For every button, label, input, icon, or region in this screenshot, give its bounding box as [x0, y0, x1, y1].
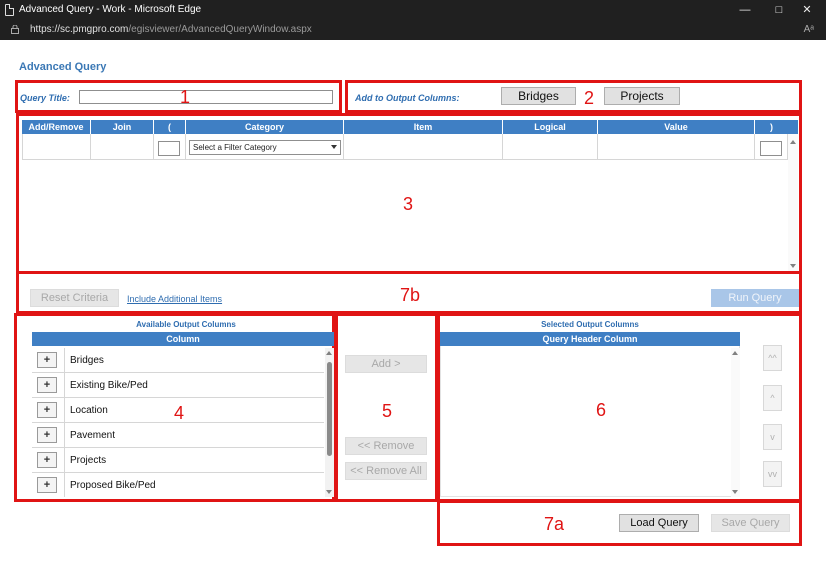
reader-view-icon[interactable]: Aᵃ — [804, 24, 814, 35]
grid-header-join: Join — [91, 120, 154, 134]
add-column-button[interactable]: + — [37, 427, 57, 443]
url-text[interactable]: https://sc.pmgpro.com/egisviewer/Advance… — [30, 24, 312, 35]
window-title: Advanced Query - Work - Microsoft Edge — [19, 4, 202, 15]
selected-columns-title: Selected Output Columns — [541, 320, 639, 329]
list-item: + Pavement — [32, 423, 324, 448]
query-title-label: Query Title: — [20, 93, 70, 103]
projects-button[interactable]: Projects — [604, 87, 680, 105]
scrollbar-thumb[interactable] — [327, 362, 332, 456]
annotation-label-4: 4 — [174, 403, 185, 423]
load-query-button[interactable]: Load Query — [619, 514, 699, 532]
annotation-label-2: 2 — [584, 88, 595, 108]
grid-header-add-remove: Add/Remove — [22, 120, 91, 134]
row-divider — [64, 373, 65, 398]
minimize-icon[interactable]: — — [734, 2, 756, 18]
move-up-button[interactable]: ^ — [763, 385, 782, 411]
grid-header-logical: Logical — [503, 120, 598, 134]
open-paren-input[interactable] — [158, 141, 180, 156]
list-item-label: Bridges — [70, 355, 104, 366]
selected-columns-list[interactable] — [440, 346, 740, 497]
bridges-button[interactable]: Bridges — [501, 87, 576, 105]
add-output-label: Add to Output Columns: — [355, 93, 460, 103]
page-icon — [5, 4, 14, 16]
grid-cell-item — [344, 134, 503, 160]
chevron-down-icon — [331, 145, 337, 149]
scroll-up-icon[interactable] — [326, 351, 332, 355]
filter-category-select[interactable]: Select a Filter Category — [189, 140, 341, 155]
save-query-button[interactable]: Save Query — [711, 514, 790, 532]
grid-header-category: Category — [186, 120, 344, 134]
filter-category-select-value: Select a Filter Category — [193, 143, 277, 152]
scroll-up-icon[interactable] — [790, 140, 796, 144]
close-icon[interactable]: ✕ — [796, 2, 818, 18]
maximize-icon[interactable]: □ — [768, 2, 790, 18]
url-path: /egisviewer/AdvancedQueryWindow.aspx — [128, 24, 312, 35]
annotation-label-7a: 7a — [544, 514, 565, 534]
query-title-input[interactable] — [79, 90, 333, 104]
annotation-box-7b — [16, 272, 802, 314]
move-top-button[interactable]: ^^ — [763, 345, 782, 371]
annotation-label-3: 3 — [403, 194, 414, 214]
remove-button[interactable]: << Remove — [345, 437, 427, 455]
grid-cell-value — [598, 134, 755, 160]
annotation-label-6: 6 — [596, 400, 607, 420]
list-item: + Proposed Bike/Ped — [32, 473, 324, 497]
add-column-button[interactable]: + — [37, 452, 57, 468]
add-column-button[interactable]: + — [37, 402, 57, 418]
grid-header-close-paren: ) — [755, 120, 788, 134]
available-scrollbar[interactable] — [325, 348, 334, 497]
list-item-label: Existing Bike/Ped — [70, 380, 148, 391]
close-paren-input[interactable] — [760, 141, 782, 156]
grid-header-value: Value — [598, 120, 755, 134]
move-bottom-button[interactable]: vv — [763, 461, 782, 487]
title-bar: Advanced Query - Work - Microsoft Edge —… — [0, 0, 826, 21]
list-item-label: Pavement — [70, 430, 116, 441]
list-item: + Existing Bike/Ped — [32, 373, 324, 398]
row-divider — [64, 348, 65, 373]
grid-cell-add-remove — [22, 134, 91, 160]
row-divider — [64, 398, 65, 423]
row-divider — [64, 448, 65, 473]
add-button[interactable]: Add > — [345, 355, 427, 373]
list-item-label: Projects — [70, 455, 107, 466]
grid-header-filler — [788, 120, 798, 134]
available-columns-title: Available Output Columns — [136, 320, 236, 329]
grid-header-open-paren: ( — [154, 120, 186, 134]
grid-cell-logical — [503, 134, 598, 160]
add-column-button[interactable]: + — [37, 352, 57, 368]
url-domain: https://sc.pmgpro.com — [30, 24, 129, 35]
list-item: + Projects — [32, 448, 324, 473]
page-title: Advanced Query — [19, 61, 107, 73]
lock-icon — [11, 25, 19, 34]
grid-cell-join — [91, 134, 154, 160]
move-down-button[interactable]: v — [763, 424, 782, 450]
annotation-label-1: 1 — [180, 87, 191, 107]
scroll-up-icon[interactable] — [732, 351, 738, 355]
selected-column-header: Query Header Column — [440, 332, 740, 346]
remove-all-button[interactable]: << Remove All — [345, 462, 427, 480]
list-item-label: Location — [70, 405, 108, 416]
scroll-down-icon[interactable] — [790, 264, 796, 268]
grid-header-item: Item — [344, 120, 503, 134]
scroll-down-icon[interactable] — [326, 490, 332, 494]
list-item-label: Proposed Bike/Ped — [70, 480, 156, 491]
available-column-header: Column — [32, 332, 334, 346]
annotation-label-5: 5 — [382, 401, 393, 421]
row-divider — [64, 423, 65, 448]
address-bar[interactable]: https://sc.pmgpro.com/egisviewer/Advance… — [0, 21, 826, 40]
criteria-scrollbar[interactable] — [788, 134, 798, 271]
add-column-button[interactable]: + — [37, 377, 57, 393]
scroll-down-icon[interactable] — [732, 490, 738, 494]
selected-scrollbar[interactable] — [731, 348, 740, 497]
row-divider — [64, 473, 65, 497]
add-column-button[interactable]: + — [37, 477, 57, 493]
list-item: + Bridges — [32, 348, 324, 373]
